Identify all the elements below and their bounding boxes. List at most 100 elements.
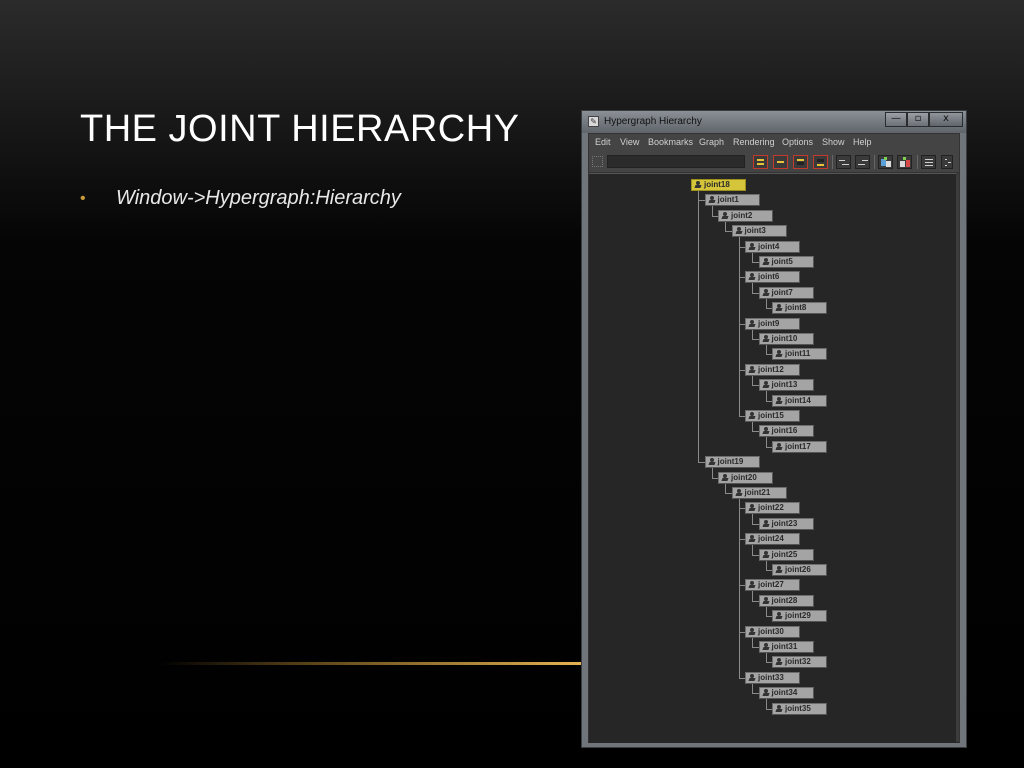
menu-view[interactable]: View — [620, 137, 639, 147]
bullet-icon: • — [80, 189, 86, 207]
next-view-icon[interactable] — [813, 155, 828, 169]
joint-icon — [748, 581, 756, 589]
toolbar-handle-icon[interactable] — [592, 156, 603, 167]
joint-node[interactable]: joint15 — [745, 410, 800, 422]
joint-node[interactable]: joint29 — [772, 610, 827, 623]
joint-label: joint6 — [758, 272, 780, 282]
joint-node[interactable]: joint33 — [745, 671, 800, 684]
joint-node[interactable]: joint30 — [745, 625, 800, 638]
joint-label: joint10 — [771, 334, 798, 343]
joint-icon — [721, 211, 729, 220]
scene-hierarchy-icon[interactable] — [753, 155, 768, 169]
joint-label: joint3 — [744, 226, 766, 236]
toolbar — [589, 152, 959, 173]
joint-icon — [735, 489, 743, 497]
menu-help[interactable]: Help — [853, 137, 872, 147]
joint-node[interactable]: joint10 — [758, 333, 814, 345]
joint-node[interactable]: joint28 — [758, 594, 814, 607]
hierarchy-connector — [752, 637, 753, 647]
joint-node[interactable]: joint34 — [758, 687, 814, 700]
frame-all-icon[interactable] — [836, 155, 851, 169]
joint-node[interactable]: joint26 — [772, 564, 827, 576]
joint-icon — [775, 442, 783, 451]
joint-label: joint20 — [731, 472, 757, 482]
hierarchy-connector — [752, 514, 753, 524]
joint-icon — [762, 519, 770, 528]
joint-label: joint4 — [758, 241, 780, 251]
joint-node[interactable]: joint16 — [758, 425, 814, 438]
joint-node[interactable]: joint25 — [758, 548, 814, 561]
joint-node[interactable]: joint32 — [772, 656, 827, 669]
menu-options[interactable]: Options — [782, 137, 813, 147]
joint-node[interactable]: joint27 — [745, 579, 800, 592]
joint-node[interactable]: joint8 — [772, 302, 827, 315]
joint-node[interactable]: joint22 — [745, 502, 800, 515]
joint-icon — [748, 319, 756, 328]
joint-node[interactable]: joint17 — [772, 440, 827, 453]
joint-node[interactable]: joint7 — [758, 286, 814, 299]
menu-bookmarks[interactable]: Bookmarks — [648, 137, 693, 147]
maximize-button[interactable]: ▫ — [907, 112, 929, 127]
joint-label: joint24 — [758, 534, 784, 544]
menu-rendering[interactable]: Rendering — [733, 137, 775, 147]
input-output-connections-icon[interactable] — [773, 155, 788, 169]
bullet-text: Window->Hypergraph:Hierarchy — [116, 187, 401, 209]
joint-icon — [735, 227, 743, 235]
joint-node[interactable]: joint31 — [758, 641, 814, 653]
hierarchy-connector — [738, 237, 740, 416]
node-name-field[interactable] — [607, 155, 745, 168]
joint-node[interactable]: joint14 — [772, 394, 827, 407]
joint-node[interactable]: joint1 — [704, 194, 760, 207]
joint-node[interactable]: joint19 — [704, 456, 760, 469]
joint-label: joint26 — [785, 565, 811, 574]
options-icon[interactable] — [941, 155, 953, 169]
joint-node[interactable]: joint13 — [758, 379, 814, 392]
joint-node[interactable]: joint5 — [758, 256, 814, 268]
joint-icon — [762, 288, 770, 297]
hierarchy-connector — [765, 653, 767, 663]
joint-node[interactable]: joint18 — [691, 179, 746, 191]
joint-icon — [775, 304, 783, 312]
refresh-swatches-icon[interactable] — [897, 155, 912, 169]
joint-node[interactable]: joint6 — [745, 271, 800, 284]
minimize-button[interactable]: — — [885, 112, 907, 127]
menu-show[interactable]: Show — [822, 137, 845, 147]
joint-node[interactable]: joint3 — [731, 225, 787, 238]
joint-node[interactable]: joint24 — [745, 533, 800, 546]
joint-node[interactable]: joint4 — [745, 240, 800, 253]
joint-label: joint2 — [731, 210, 753, 220]
hierarchy-connector — [711, 206, 713, 216]
joint-icon — [762, 689, 770, 697]
window-content: Edit View Bookmarks Graph Rendering Opti… — [588, 133, 960, 743]
joint-node[interactable]: joint35 — [772, 702, 827, 715]
hierarchy-connector — [752, 545, 753, 555]
hierarchy-connector — [765, 391, 767, 401]
joint-label: joint7 — [771, 287, 793, 297]
joint-icon — [721, 473, 729, 482]
hierarchy-connector — [738, 499, 740, 678]
frame-selection-icon[interactable] — [855, 155, 870, 169]
window-titlebar[interactable]: ✎ Hypergraph Hierarchy — ▫ x — [582, 111, 966, 133]
joint-label: joint34 — [771, 688, 798, 698]
joint-node[interactable]: joint20 — [718, 471, 773, 484]
joint-node[interactable]: joint23 — [758, 517, 814, 530]
close-button[interactable]: x — [929, 112, 963, 127]
menu-graph[interactable]: Graph — [699, 137, 724, 147]
joint-node[interactable]: joint12 — [745, 363, 800, 376]
menu-edit[interactable]: Edit — [595, 137, 611, 147]
joint-label: joint27 — [758, 580, 784, 590]
list-view-icon[interactable] — [921, 155, 936, 169]
joint-icon — [748, 412, 756, 420]
joint-node[interactable]: joint9 — [745, 317, 800, 330]
hierarchy-graph-panel[interactable]: joint18 joint1 joint2 joint3 joint4 joint5 joi… — [589, 173, 959, 743]
joint-label: joint14 — [785, 395, 811, 405]
slide-title: THE JOINT HIERARCHY — [80, 108, 520, 150]
previous-view-icon[interactable] — [793, 155, 808, 169]
vertical-scrollbar[interactable] — [956, 173, 959, 742]
hierarchy-connector — [765, 560, 767, 570]
joint-node[interactable]: joint2 — [718, 209, 773, 222]
joint-label: joint18 — [704, 180, 730, 189]
toggle-swatches-icon[interactable] — [878, 155, 893, 169]
joint-node[interactable]: joint21 — [731, 487, 787, 499]
joint-node[interactable]: joint11 — [772, 348, 827, 361]
